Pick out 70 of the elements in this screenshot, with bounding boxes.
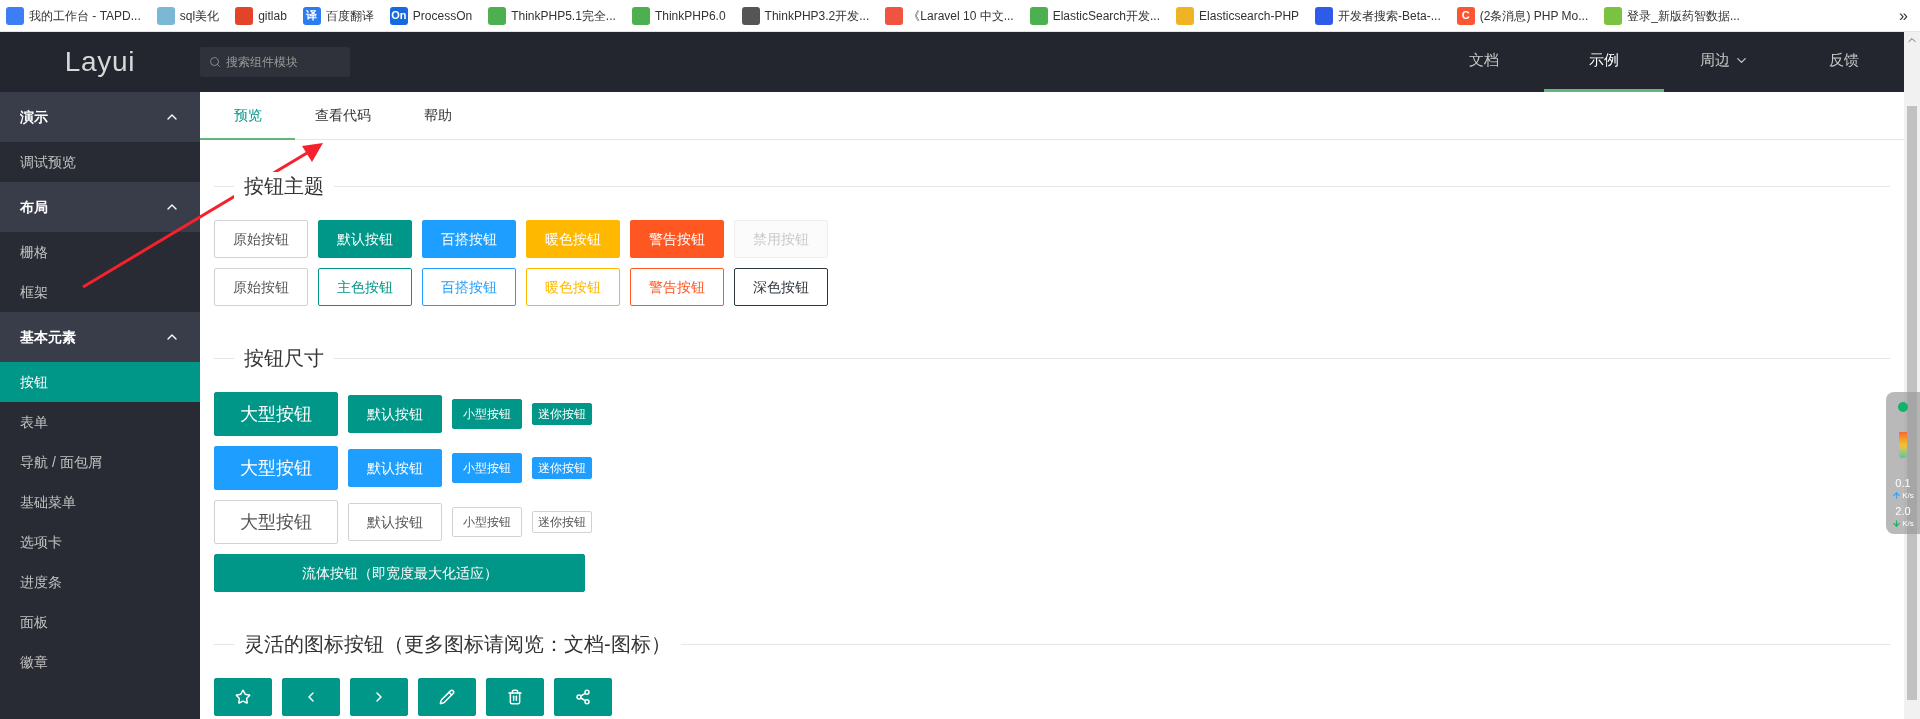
demo-button[interactable]: 大型按钮 [214,500,338,544]
nav-item[interactable]: 示例 [1544,32,1664,92]
bookmark[interactable]: On ProcessOn [389,6,473,25]
sidebar-group-header[interactable]: 布局 [0,182,200,232]
bookmark[interactable]: ThinkPHP5.1完全... [488,6,616,25]
demo-button[interactable]: 主色按钮 [318,268,412,306]
bookmark[interactable]: 登录_新版药智数据... [1604,6,1740,25]
sidebar-item[interactable]: 框架 [0,272,200,312]
demo-button[interactable]: 小型按钮 [452,507,522,537]
sidebar-item[interactable]: 调试预览 [0,142,200,182]
sidebar-item[interactable]: 导航 / 面包屑 [0,442,200,482]
search-field[interactable]: 搜索组件模块 [200,47,350,77]
bookmark[interactable]: 我的工作台 - TAPD... [6,6,141,25]
bookmark-icon: On [389,6,408,25]
icon-button[interactable] [418,678,476,716]
bookmark[interactable]: Elasticsearch-PHP [1176,6,1300,25]
sidebar-item[interactable]: 基础菜单 [0,482,200,522]
icon-button[interactable] [554,678,612,716]
icon-button[interactable] [486,678,544,716]
upload-unit: K/s [1902,491,1914,500]
bookmark[interactable]: 开发者搜索-Beta-... [1315,6,1441,25]
sidebar-group-header[interactable]: 演示 [0,92,200,142]
upload-arrow-icon [1892,491,1902,500]
demo-button[interactable]: 原始按钮 [214,268,308,306]
demo-button[interactable]: 默认按钮 [318,220,412,258]
nav-item[interactable]: 文档 [1424,32,1544,92]
tab[interactable]: 查看代码 [295,92,390,140]
demo-button[interactable]: 流体按钮（即宽度最大化适应） [214,554,585,592]
tab[interactable]: 预览 [200,92,295,140]
pencil-icon [439,689,455,705]
download-arrow-icon [1892,519,1902,528]
gauge-icon [1899,432,1907,458]
more-bookmarks-button[interactable]: » [1899,3,1908,28]
tab[interactable]: 帮助 [390,92,485,140]
sidebar-item[interactable]: 面板 [0,602,200,642]
sidebar-group-header[interactable]: 基本元素 [0,312,200,362]
share-icon [575,689,591,705]
nav-item[interactable]: 周边 [1664,32,1784,92]
demo-button[interactable]: 默认按钮 [348,503,442,541]
logo[interactable]: Layui [0,41,200,83]
sidebar-item[interactable]: 栅格 [0,232,200,272]
download-rate: 2.0 [1895,506,1911,517]
demo-button[interactable]: 原始按钮 [214,220,308,258]
sidebar-item[interactable]: 进度条 [0,562,200,602]
bookmark[interactable]: C (2条消息) PHP Mo... [1456,6,1589,25]
download-unit: K/s [1902,519,1914,528]
bookmark[interactable]: sql美化 [156,6,220,25]
bookmark-icon: 译 [302,6,321,25]
bookmark[interactable]: 译 百度翻译 [302,6,374,25]
bookmark[interactable]: ElasticSearch开发... [1029,6,1161,25]
demo-button[interactable]: 大型按钮 [214,392,338,436]
demo-button[interactable]: 小型按钮 [452,399,522,429]
bookmark[interactable]: 《Laravel 10 中文... [885,6,1014,25]
bookmark-icon: C [1456,6,1475,25]
sidebar-item[interactable]: 按钮 [0,362,200,402]
trash-icon [507,689,523,705]
icon-button[interactable] [214,678,272,716]
demo-button[interactable]: 迷你按钮 [532,511,592,533]
bookmark[interactable]: ThinkPHP6.0 [631,6,726,25]
bookmark[interactable]: ThinkPHP3.2开发... [741,6,870,25]
bookmark[interactable]: gitlab [235,6,287,25]
nav-item[interactable]: 反馈 [1784,32,1904,92]
sidebar-item[interactable]: 选项卡 [0,522,200,562]
demo-button[interactable]: 迷你按钮 [532,403,592,425]
demo-button[interactable]: 默认按钮 [348,395,442,433]
demo-button[interactable]: 深色按钮 [734,268,828,306]
star-icon [235,689,251,705]
sidebar-item[interactable]: 表单 [0,402,200,442]
sidebar-item[interactable]: 徽章 [0,642,200,682]
upload-rate: 0.1 [1895,478,1911,489]
